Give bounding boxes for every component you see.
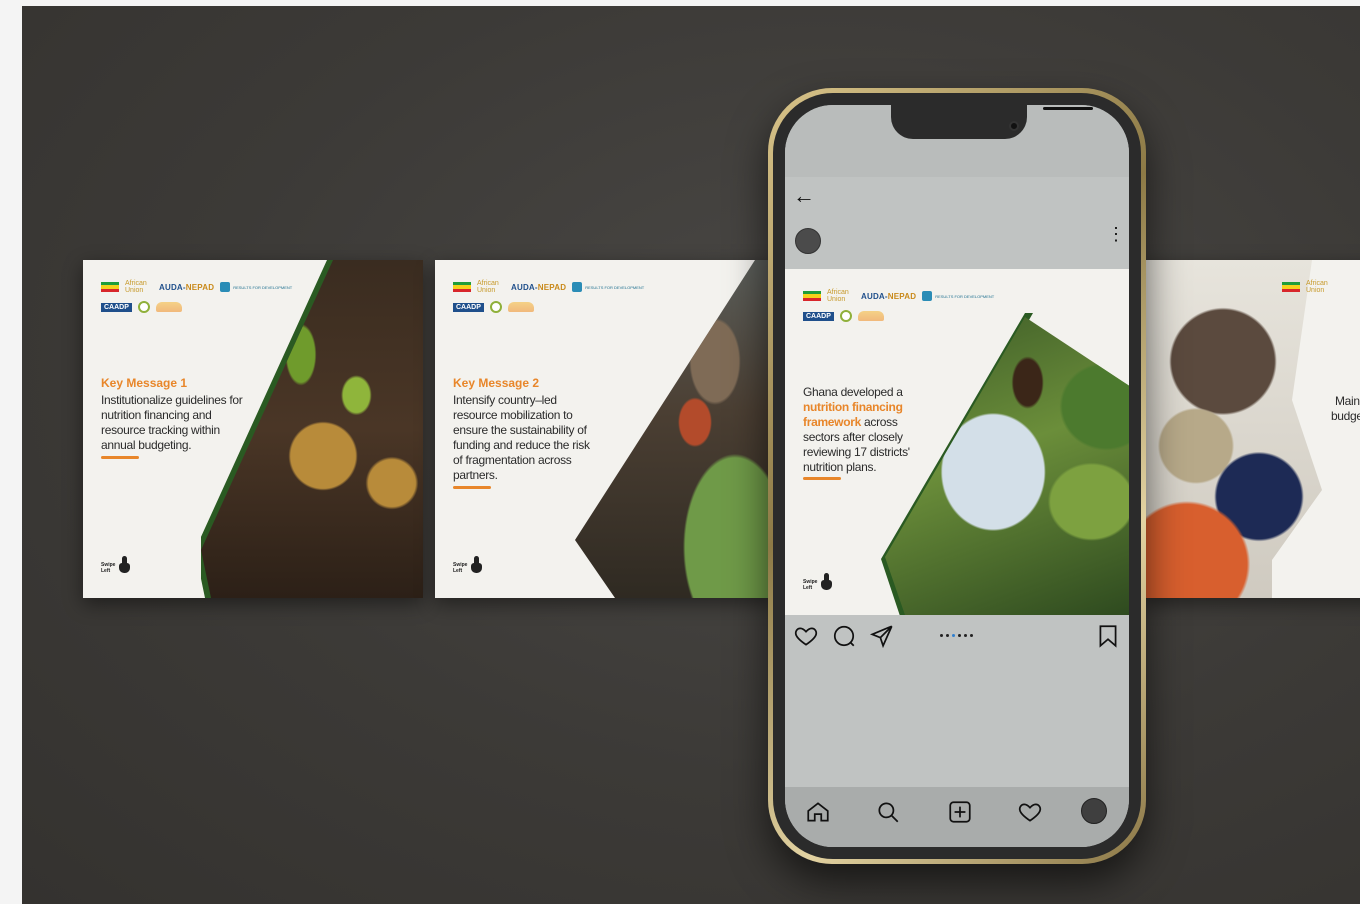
african-union-logo: African Union bbox=[477, 280, 499, 294]
post-image[interactable]: African Union AUDA-NEPAD RESULTS FOR DEV… bbox=[785, 269, 1129, 615]
search-icon[interactable] bbox=[875, 799, 901, 825]
notch bbox=[891, 105, 1093, 139]
partner-logos: African Union AUDA-NEPAD RESULTS FOR DEV… bbox=[101, 280, 292, 320]
caadp-logo: CAADP bbox=[803, 311, 834, 321]
r4d-logo: RESULTS FOR DEVELOPMENT bbox=[220, 282, 292, 292]
profile-avatar[interactable] bbox=[795, 228, 821, 254]
like-heart-icon[interactable] bbox=[793, 623, 819, 649]
activity-heart-icon[interactable] bbox=[1017, 799, 1043, 825]
more-options-icon[interactable]: ⋮ bbox=[1107, 225, 1125, 243]
bookmark-icon[interactable] bbox=[1095, 623, 1121, 649]
auda-nepad-logo: AUDA-NEPAD bbox=[861, 291, 917, 301]
african-union-logo: African Union bbox=[827, 289, 849, 303]
caadp-logo: CAADP bbox=[101, 302, 132, 312]
seal-icon bbox=[137, 301, 150, 313]
partner-logos: African Union AUDA-NEPAD RESULTS FOR DEV… bbox=[803, 289, 994, 329]
card-title: Key Message 1 bbox=[101, 376, 188, 390]
speaker bbox=[1043, 107, 1093, 110]
phone-screen: ← ⋮ African Union AUDA-NEPAD RESULTS FOR… bbox=[785, 105, 1129, 847]
partner-logos: African Union bbox=[1282, 280, 1334, 300]
profile-avatar-nav[interactable] bbox=[1081, 798, 1107, 824]
farmer-maize-photo bbox=[885, 317, 1129, 615]
comment-icon[interactable] bbox=[831, 623, 857, 649]
ethiopia-flag-icon bbox=[1282, 282, 1300, 292]
auda-nepad-logo: AUDA-NEPAD bbox=[159, 282, 215, 292]
sun-logo bbox=[857, 311, 884, 321]
hand-swipe-icon bbox=[819, 571, 833, 591]
smartphone-mockup: ← ⋮ African Union AUDA-NEPAD RESULTS FOR… bbox=[768, 88, 1146, 864]
accent-underline bbox=[101, 456, 139, 459]
hand-swipe-icon bbox=[469, 554, 483, 574]
carousel-dot bbox=[946, 634, 949, 637]
carousel-dot bbox=[970, 634, 973, 637]
add-post-icon[interactable] bbox=[947, 799, 973, 825]
swipe-left-hint: Swipe Left bbox=[803, 571, 833, 591]
slide-card-key-message-2: African Union AUDA-NEPAD RESULTS FOR DEV… bbox=[435, 260, 775, 598]
post-header: ← ⋮ bbox=[785, 177, 1129, 269]
partner-logos: African Union AUDA-NEPAD RESULTS FOR DEV… bbox=[453, 280, 644, 320]
card-body-partial: Mainstr na budge p go bbox=[1330, 394, 1360, 423]
african-union-logo: African Union bbox=[125, 280, 147, 294]
camera-icon bbox=[1009, 121, 1019, 131]
seal-icon bbox=[839, 310, 852, 322]
carousel-dot bbox=[952, 634, 955, 637]
hand-swipe-icon bbox=[117, 554, 131, 574]
mockup-background: African Union AUDA-NEPAD RESULTS FOR DEV… bbox=[22, 6, 1360, 904]
accent-underline bbox=[803, 477, 841, 480]
r4d-logo: RESULTS FOR DEVELOPMENT bbox=[572, 282, 644, 292]
seal-icon bbox=[489, 301, 502, 313]
ethiopia-flag-icon bbox=[453, 282, 471, 292]
auda-nepad-logo: AUDA-NEPAD bbox=[511, 282, 567, 292]
sun-logo bbox=[155, 302, 182, 312]
card-body: Intensify country–led resource mobilizat… bbox=[453, 393, 590, 482]
african-union-logo: African Union bbox=[1306, 280, 1328, 294]
card-title: Key Message 2 bbox=[453, 376, 540, 390]
post-actions-bar bbox=[785, 615, 1129, 655]
r4d-logo: RESULTS FOR DEVELOPMENT bbox=[922, 291, 994, 301]
sun-logo bbox=[507, 302, 534, 312]
swipe-left-hint: Swipe Left bbox=[453, 554, 483, 574]
carousel-indicator bbox=[940, 634, 973, 637]
caadp-logo: CAADP bbox=[453, 302, 484, 312]
card-body: Institutionalize guidelines for nutritio… bbox=[101, 393, 243, 452]
back-arrow-icon[interactable]: ← bbox=[793, 183, 823, 209]
home-icon[interactable] bbox=[805, 799, 831, 825]
bottom-navigation bbox=[785, 787, 1129, 847]
carousel-dot bbox=[958, 634, 961, 637]
share-send-icon[interactable] bbox=[869, 623, 895, 649]
carousel-dot bbox=[964, 634, 967, 637]
carousel-dot bbox=[940, 634, 943, 637]
ethiopia-flag-icon bbox=[803, 291, 821, 301]
slide-card-partial: African Union Mainstr na budge p go bbox=[1142, 260, 1360, 598]
ethiopia-flag-icon bbox=[101, 282, 119, 292]
swipe-left-hint: Swipe Left bbox=[101, 554, 131, 574]
post-message: Ghana developed a nutrition financing fr… bbox=[803, 385, 910, 474]
slide-card-key-message-1: African Union AUDA-NEPAD RESULTS FOR DEV… bbox=[83, 260, 423, 598]
accent-underline bbox=[453, 486, 491, 489]
